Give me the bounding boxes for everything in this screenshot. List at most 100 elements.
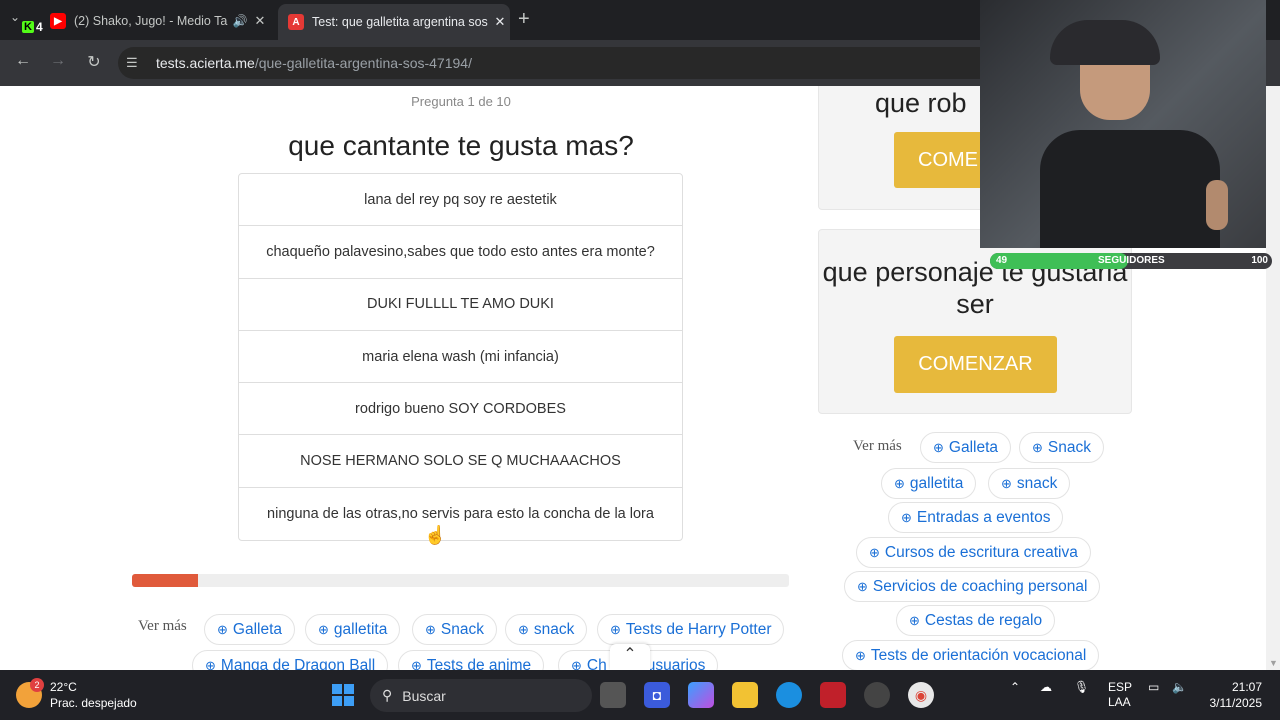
answer-option[interactable]: lana del rey pq soy re aestetik	[239, 174, 682, 227]
chip-label: Tests de Harry Potter	[625, 620, 772, 638]
plus-circle-icon: ⊕	[909, 612, 920, 628]
chip-galleta[interactable]: ⊕ Galleta	[204, 614, 296, 645]
webcam-person-cap	[1050, 20, 1160, 65]
page-scrollbar[interactable]: ▼	[1266, 86, 1280, 670]
chip-snack-lower[interactable]: ⊕ snack	[505, 614, 588, 645]
chip-dragon-ball[interactable]: ⊕ Manga de Dragon Ball	[192, 650, 389, 670]
chip-anime[interactable]: ⊕ Tests de anime	[398, 650, 545, 671]
close-tab-icon[interactable]: ✕	[250, 13, 270, 29]
sidebar-chip-eventos[interactable]: ⊕ Entradas a eventos	[888, 502, 1064, 533]
plus-circle-icon: ⊕	[318, 621, 329, 637]
chip-label: Entradas a eventos	[916, 508, 1051, 526]
plus-circle-icon: ⊕	[425, 621, 436, 637]
plus-circle-icon: ⊕	[217, 621, 228, 637]
network-icon[interactable]: ▭	[1148, 680, 1159, 694]
answer-option[interactable]: chaqueño palavesino,sabes que todo esto …	[239, 226, 682, 279]
question-title: que cantante te gusta mas?	[288, 130, 634, 161]
url-host: tests.acierta.me	[156, 55, 255, 71]
sidebar-chip-galleta[interactable]: ⊕ Galleta	[920, 432, 1012, 463]
language-indicator[interactable]: ESP LAA	[1108, 680, 1132, 710]
volume-icon[interactable]: 🔈	[1172, 680, 1187, 694]
start-button-1[interactable]: COME	[894, 132, 984, 188]
weather-temp: 22°C	[50, 680, 77, 694]
tab-youtube[interactable]: ▶ (2) Shako, Jugo! - Medio Ta 🔊 ✕	[40, 6, 270, 36]
back-icon[interactable]: ←	[12, 52, 34, 70]
search-icon: ⚲	[382, 687, 393, 703]
chip-label: Ch	[586, 656, 607, 671]
sidebar-chip-galletita[interactable]: ⊕ galletita	[881, 468, 977, 499]
plus-circle-icon: ⊕	[518, 621, 529, 637]
address-bar[interactable]: ☰ tests.acierta.me/que-galletita-argenti…	[118, 47, 998, 79]
weather-badge: 2	[30, 678, 44, 692]
copilot-icon[interactable]	[688, 682, 714, 708]
chip-label: Tests de orientación vocacional	[870, 646, 1087, 664]
followers-goal: 100	[1251, 255, 1268, 266]
chip-label: Cestas de regalo	[924, 611, 1043, 629]
chip-label: Snack	[440, 620, 484, 638]
answer-option[interactable]: NOSE HERMANO SOLO SE Q MUCHAAACHOS	[239, 435, 682, 488]
new-tab-icon[interactable]: +	[518, 8, 530, 31]
scroll-up-button[interactable]: ⌃	[610, 644, 650, 670]
chip-harry-potter[interactable]: ⊕ Tests de Harry Potter	[597, 614, 785, 645]
clock-time: 21:07	[1231, 680, 1262, 694]
app-blue-icon[interactable]: ◘	[644, 682, 670, 708]
sidebar-chip-coaching[interactable]: ⊕ Servicios de coaching personal	[844, 571, 1101, 602]
followers-label: SEGUIDORES	[1098, 255, 1165, 266]
chip-label: Tests de anime	[426, 656, 532, 671]
start-windows-icon[interactable]	[332, 684, 354, 706]
quiz-progress-bar	[132, 574, 789, 587]
quiz-progress-fill	[132, 574, 198, 587]
weather-widget[interactable]: 2 22°C Prac. despejado	[16, 678, 137, 711]
chip-galletita[interactable]: ⊕ galletita	[305, 614, 401, 645]
tab-acierta[interactable]: A Test: que galletita argentina sos ✕	[278, 4, 510, 40]
taskbar-search[interactable]: ⚲ Buscar	[370, 679, 592, 712]
sidebar-chip-orientacion[interactable]: ⊕ Tests de orientación vocacional	[842, 640, 1100, 670]
sidebar-ver-mas-label: Ver más	[853, 438, 902, 454]
sidebar-chip-snack[interactable]: ⊕ Snack	[1019, 432, 1104, 463]
edge-icon[interactable]	[776, 682, 802, 708]
tab-title: (2) Shako, Jugo! - Medio Ta	[74, 14, 228, 28]
webcam-overlay	[980, 0, 1266, 248]
acierta-icon: A	[288, 14, 304, 30]
speaker-icon[interactable]: 🔊	[230, 14, 250, 28]
sidebar-chip-escritura[interactable]: ⊕ Cursos de escritura creativa	[856, 537, 1091, 568]
chip-label: Servicios de coaching personal	[872, 577, 1088, 595]
answer-option[interactable]: rodrigo bueno SOY CORDOBES	[239, 383, 682, 436]
tab-title: Test: que galletita argentina sos	[312, 15, 488, 29]
chevron-up-icon[interactable]: ⌃	[1010, 680, 1020, 694]
obs-icon[interactable]	[864, 682, 890, 708]
followers-current: 49	[996, 255, 1008, 266]
answer-option[interactable]: ninguna de las otras,no servis para esto…	[239, 488, 682, 540]
chip-snack[interactable]: ⊕ Snack	[412, 614, 497, 645]
start-button-2[interactable]: COMENZAR	[894, 336, 1057, 393]
onedrive-cloud-icon[interactable]: ☁	[1040, 680, 1052, 694]
task-view-icon[interactable]	[600, 682, 626, 708]
microphone-icon[interactable]: 🎙	[1074, 680, 1089, 694]
chrome-icon[interactable]: ◉	[908, 682, 934, 708]
game-app-icon[interactable]	[820, 682, 846, 708]
chip-label: galletita	[909, 474, 964, 492]
hand-cursor-icon: ☝	[424, 525, 447, 545]
plus-circle-icon: ⊕	[894, 475, 905, 491]
site-info-icon[interactable]: ☰	[126, 55, 156, 71]
language-bottom: LAA	[1108, 695, 1131, 709]
chip-label: Galleta	[232, 620, 283, 638]
scroll-down-icon[interactable]: ▼	[1269, 658, 1278, 668]
forward-icon[interactable]: →	[47, 52, 69, 70]
answer-option[interactable]: maria elena wash (mi infancia)	[239, 331, 682, 384]
reload-icon[interactable]: ↻	[83, 52, 105, 72]
sidebar-chip-cestas[interactable]: ⊕ Cestas de regalo	[896, 605, 1056, 636]
plus-circle-icon: ⊕	[571, 657, 582, 671]
file-explorer-icon[interactable]	[732, 682, 758, 708]
webcam-person-shirt	[1040, 130, 1220, 248]
weather-sun-icon: 2	[16, 678, 44, 708]
sidebar-chip-snack-lower[interactable]: ⊕ snack	[988, 468, 1071, 499]
webcam-person-arm	[1206, 180, 1228, 230]
close-tab-icon[interactable]: ✕	[490, 14, 510, 30]
plus-circle-icon: ⊕	[855, 647, 866, 663]
system-clock[interactable]: 21:07 3/11/2025	[1196, 679, 1263, 711]
chip-label: Galleta	[948, 438, 999, 456]
plus-circle-icon: ⊕	[1032, 439, 1043, 455]
plus-circle-icon: ⊕	[869, 544, 880, 560]
answer-option[interactable]: DUKI FULLLL TE AMO DUKI	[239, 279, 682, 331]
